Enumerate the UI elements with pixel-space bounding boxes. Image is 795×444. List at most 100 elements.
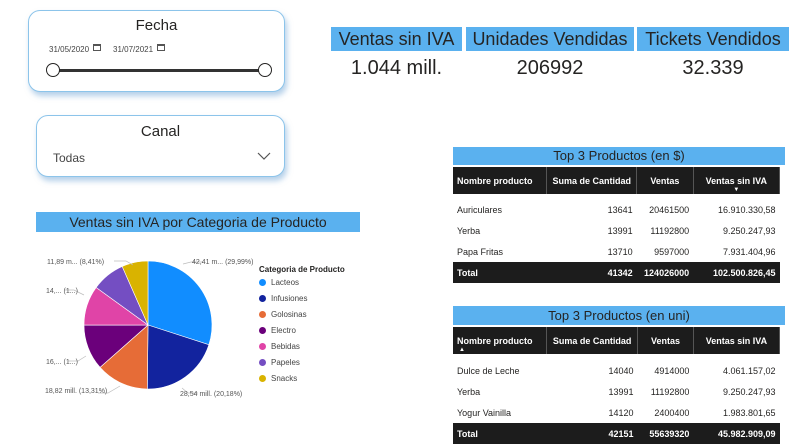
table-cell: Papa Fritas bbox=[457, 246, 504, 257]
calendar-icon[interactable] bbox=[157, 44, 165, 51]
legend-label: Infusiones bbox=[271, 294, 308, 303]
fecha-slicer[interactable]: Fecha 31/05/2020 31/07/2021 bbox=[28, 10, 285, 92]
table-cell: 4914000 bbox=[654, 365, 690, 376]
table-total-cell: 41342 bbox=[546, 262, 637, 283]
table2-header-nombre[interactable]: Nombre producto ▲ bbox=[453, 327, 548, 354]
sort-descending-icon: ▼ bbox=[733, 187, 740, 193]
table-cell: 13991 bbox=[608, 386, 634, 397]
table-row[interactable]: Auriculares 13641 20461500 16.910.330,58 bbox=[453, 199, 780, 220]
pie-chart-title: Ventas sin IVA por Categoria de Producto bbox=[36, 212, 360, 232]
table-cell: 11192800 bbox=[650, 225, 690, 236]
table-cell: 11192800 bbox=[650, 386, 690, 397]
table-row[interactable]: Yerba 13991 11192800 9.250.247,93 bbox=[453, 220, 780, 241]
table-cell: 14040 bbox=[608, 365, 634, 376]
legend-marker bbox=[259, 327, 266, 334]
legend-item[interactable]: Golosinas bbox=[259, 310, 307, 320]
pie-label-bebidas: 14,... (1...) bbox=[46, 288, 78, 295]
table-row[interactable]: Yogur Vainilla 14120 2400400 1.983.801,65 bbox=[453, 402, 780, 423]
end-date-field[interactable]: 31/07/2021 bbox=[113, 45, 153, 54]
table1-header-nombre[interactable]: Nombre producto bbox=[453, 167, 548, 194]
table1-title: Top 3 Productos (en $) bbox=[453, 147, 785, 165]
table-row[interactable]: Dulce de Leche 14040 4914000 4.061.157,02 bbox=[453, 360, 780, 381]
kpi-ventas-sin-iva-value: 1.044 mill. bbox=[350, 57, 443, 79]
legend-label: Bebidas bbox=[271, 342, 300, 351]
table2[interactable]: Nombre producto ▲ Suma de Cantidad Venta… bbox=[453, 327, 781, 444]
table-row[interactable]: Papa Fritas 13710 9597000 7.931.404,96 bbox=[453, 241, 780, 262]
start-date-handle[interactable] bbox=[46, 63, 60, 77]
pie-slices bbox=[83, 260, 213, 390]
legend-item[interactable]: Snacks bbox=[259, 374, 297, 384]
table2-header-cantidad[interactable]: Suma de Cantidad bbox=[546, 327, 639, 354]
pie-label-infusiones: 28,54 mill. (20,18%) bbox=[180, 391, 242, 398]
table-cell: Yogur Vainilla bbox=[457, 407, 512, 418]
table-total-cell: 124026000 bbox=[636, 262, 694, 283]
legend-item[interactable]: Bebidas bbox=[259, 342, 300, 352]
legend-item[interactable]: Papeles bbox=[259, 358, 300, 368]
table2-header-nombre-label: Nombre producto bbox=[457, 335, 533, 346]
table-total-cell: 55639320 bbox=[637, 423, 694, 444]
date-range-track[interactable] bbox=[53, 69, 265, 72]
table1-header-cantidad[interactable]: Suma de Cantidad bbox=[546, 167, 638, 194]
canal-dropdown[interactable]: Todas bbox=[47, 146, 275, 168]
table1[interactable]: Nombre producto Suma de Cantidad Ventas … bbox=[453, 167, 781, 283]
table-row[interactable]: Yerba 13991 11192800 9.250.247,93 bbox=[453, 381, 780, 402]
kpi-tickets-vendidos-value: 32.339 bbox=[682, 57, 744, 79]
table2-header-ventas[interactable]: Ventas bbox=[637, 327, 694, 354]
table-total-row: Total 41342 124026000 102.500.826,45 bbox=[453, 262, 780, 283]
table-total-cell: 42151 bbox=[546, 423, 638, 444]
legend-marker bbox=[259, 279, 266, 286]
pie-label-electro: 16,... (1...) bbox=[46, 359, 78, 366]
legend-marker bbox=[259, 359, 266, 366]
kpi-unidades-vendidas-value: 206992 bbox=[516, 57, 584, 79]
pie-label-papeles: 11,89 m... (8,41%) bbox=[47, 259, 104, 266]
kpi-unidades-vendidas-label: Unidades Vendidas bbox=[466, 27, 634, 51]
table-total-cell: 102.500.826,45 bbox=[693, 262, 780, 283]
legend-label: Golosinas bbox=[271, 310, 307, 319]
end-date-handle[interactable] bbox=[258, 63, 272, 77]
table-total-cell: 45.982.909,09 bbox=[693, 423, 780, 444]
legend-label: Lacteos bbox=[271, 278, 300, 287]
table-cell: 9597000 bbox=[654, 246, 690, 257]
kpi-tickets-vendidos-label: Tickets Vendidos bbox=[637, 27, 789, 51]
legend-item[interactable]: Infusiones bbox=[259, 294, 307, 304]
table-cell: 4.061.157,02 bbox=[722, 365, 776, 376]
pie-legend-title: Categoria de Producto bbox=[259, 265, 345, 274]
pie-label-golosinas: 18,82 mill. (13,31%) bbox=[45, 388, 107, 395]
canal-slicer[interactable]: Canal Todas bbox=[36, 115, 285, 177]
legend-item[interactable]: Lacteos bbox=[259, 278, 299, 288]
pie-label-lacteos: 42,41 m... (29,99%) bbox=[192, 259, 253, 266]
table2-title: Top 3 Productos (en uni) bbox=[453, 306, 785, 325]
legend-marker bbox=[259, 295, 266, 302]
table-cell: 7.931.404,96 bbox=[722, 246, 776, 257]
legend-label: Electro bbox=[271, 326, 296, 335]
pie-chart[interactable]: 42,41 m... (29,99%) 28,54 mill. (20,18%)… bbox=[28, 238, 268, 403]
legend-label: Papeles bbox=[271, 358, 300, 367]
table1-body: Auriculares 13641 20461500 16.910.330,58 Yer… bbox=[453, 194, 780, 283]
table-cell: 13710 bbox=[607, 246, 633, 257]
table-cell: 9.250.247,93 bbox=[722, 386, 776, 397]
legend-label: Snacks bbox=[271, 374, 298, 383]
table-cell: 14120 bbox=[608, 407, 634, 418]
chevron-down-icon[interactable] bbox=[257, 152, 271, 160]
table-cell: 13641 bbox=[607, 204, 633, 215]
legend-marker bbox=[259, 375, 266, 382]
table1-header-ventas-sin-iva-label: Ventas sin IVA bbox=[705, 175, 767, 186]
legend-item[interactable]: Electro bbox=[259, 326, 296, 336]
table2-body: Dulce de Leche 14040 4914000 4.061.157,02 Ye… bbox=[453, 354, 780, 444]
table-cell: 16.910.330,58 bbox=[717, 204, 776, 215]
table1-header-ventas-sin-iva[interactable]: Ventas sin IVA ▼ bbox=[693, 167, 781, 194]
canal-slicer-title: Canal bbox=[140, 123, 181, 140]
calendar-icon[interactable] bbox=[93, 44, 101, 51]
table-cell: 13991 bbox=[607, 225, 633, 236]
fecha-slicer-title: Fecha bbox=[135, 17, 178, 34]
table1-header-ventas[interactable]: Ventas bbox=[636, 167, 694, 194]
table-total-cell: Total bbox=[453, 262, 547, 283]
start-date-field[interactable]: 31/05/2020 bbox=[49, 45, 89, 54]
table2-header-ventas-sin-iva[interactable]: Ventas sin IVA bbox=[693, 327, 781, 354]
legend-marker bbox=[259, 343, 266, 350]
table-cell: 9.250.247,93 bbox=[722, 225, 776, 236]
kpi-ventas-sin-iva-label: Ventas sin IVA bbox=[331, 27, 462, 51]
table-cell: Yerba bbox=[457, 386, 481, 397]
table-cell: Yerba bbox=[457, 225, 481, 236]
table-cell: 20461500 bbox=[649, 204, 690, 215]
